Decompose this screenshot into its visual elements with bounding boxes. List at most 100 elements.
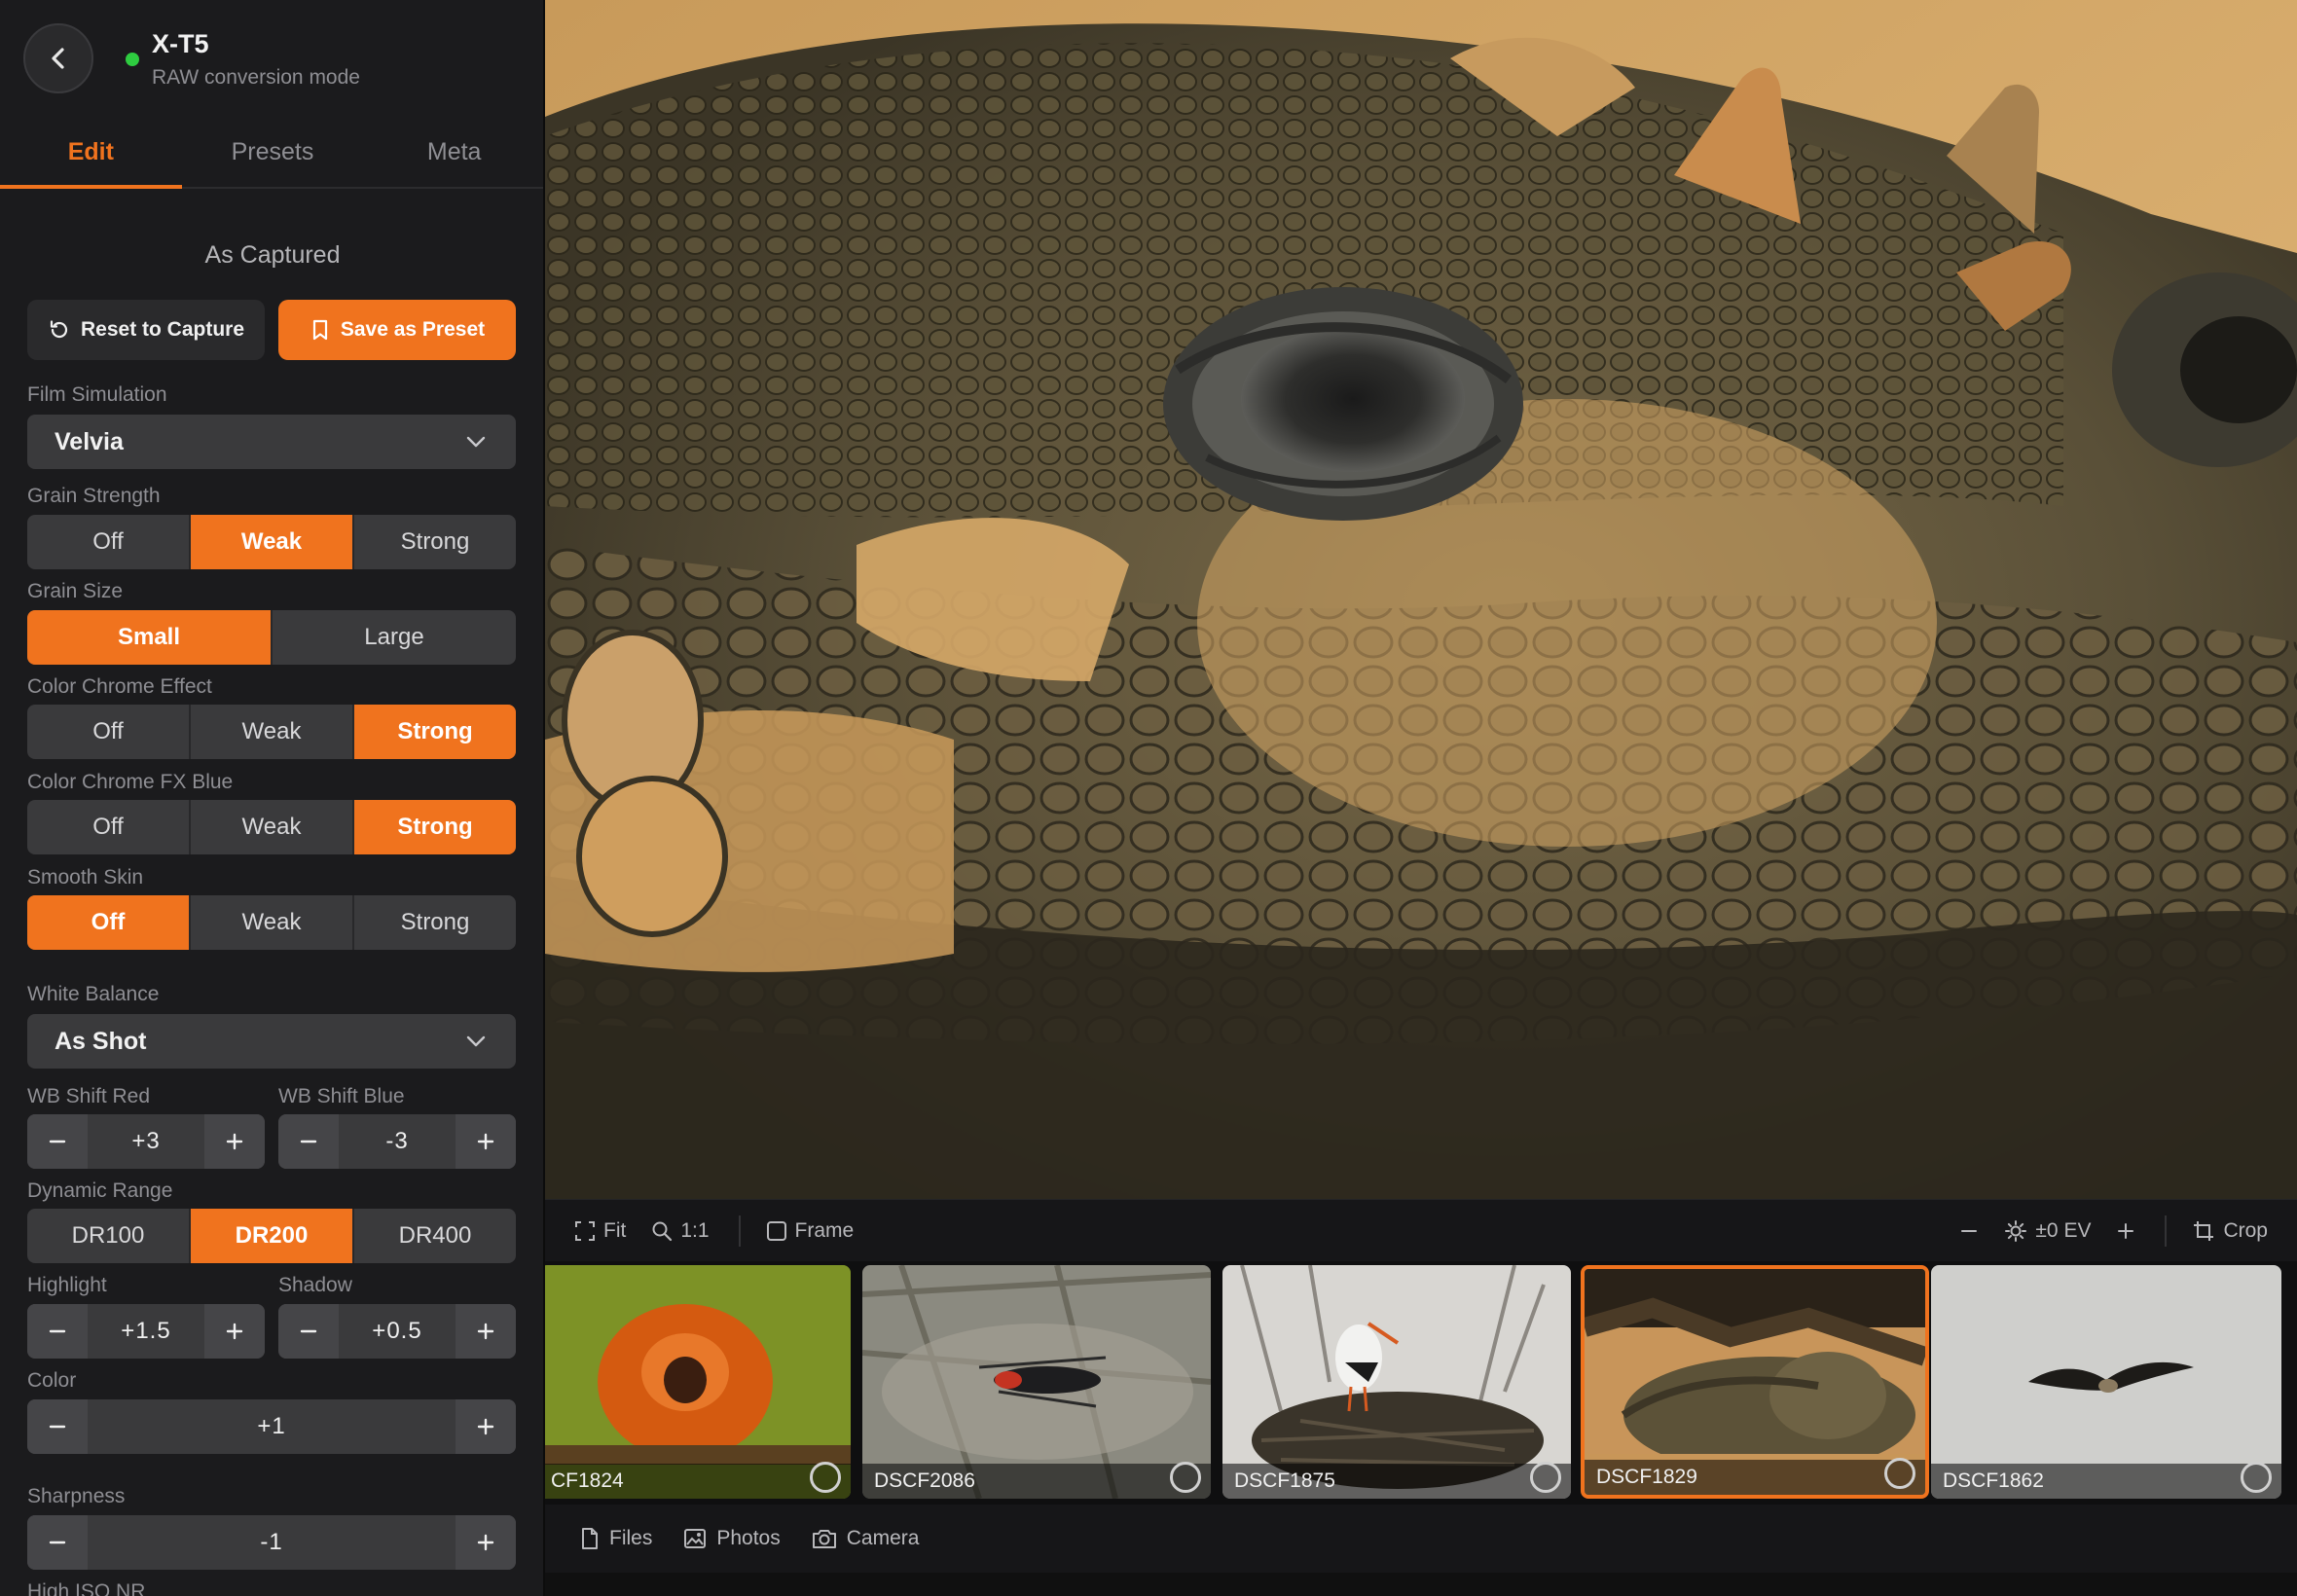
crop-button[interactable]: Crop: [2192, 1219, 2268, 1243]
color-chrome-blue-weak[interactable]: Weak: [191, 800, 354, 854]
exposure-increase-button[interactable]: [2116, 1221, 2135, 1241]
grain-size-large[interactable]: Large: [273, 610, 516, 665]
wb-blue-increment-button[interactable]: [456, 1114, 516, 1169]
grain-size-label: Grain Size: [27, 580, 124, 602]
minus-icon: [49, 1541, 66, 1544]
reset-icon: [50, 320, 68, 339]
dynamic-range-dr200[interactable]: DR200: [191, 1209, 354, 1263]
smooth-skin-off[interactable]: Off: [27, 895, 191, 950]
camera-mode-subtitle: RAW conversion mode: [152, 66, 360, 89]
nav-files[interactable]: Files: [580, 1527, 652, 1550]
tab-meta[interactable]: Meta: [363, 125, 543, 187]
smooth-skin-weak[interactable]: Weak: [191, 895, 354, 950]
smooth-skin-label: Smooth Skin: [27, 866, 144, 889]
grain-strength-strong[interactable]: Strong: [354, 515, 516, 569]
dynamic-range-dr100[interactable]: DR100: [27, 1209, 191, 1263]
color-chrome-weak[interactable]: Weak: [191, 705, 354, 759]
color-chrome-label: Color Chrome Effect: [27, 675, 212, 698]
preview-toolbar: Fit 1:1 Frame ±0 EV Crop: [545, 1199, 2297, 1261]
highlight-stepper: +1.5: [27, 1304, 265, 1359]
minus-icon: [300, 1329, 317, 1333]
nav-photos-label: Photos: [716, 1527, 781, 1549]
main-photo-preview[interactable]: [545, 0, 2297, 1199]
minus-icon: [49, 1425, 66, 1429]
filmstrip-thumb[interactable]: DSCF2086: [862, 1265, 1211, 1499]
toolbar-divider: [738, 1215, 741, 1247]
toolbar-divider: [2165, 1215, 2168, 1247]
color-chrome-blue-off[interactable]: Off: [27, 800, 191, 854]
chevron-left-icon: [52, 48, 64, 69]
color-value: +1: [257, 1413, 286, 1439]
magnifier-icon: [652, 1221, 673, 1241]
film-simulation-select[interactable]: Velvia: [27, 415, 516, 469]
edit-sidebar: X-T5 RAW conversion mode Edit Presets Me…: [0, 0, 545, 1596]
grain-size-small[interactable]: Small: [27, 610, 273, 665]
back-button[interactable]: [23, 23, 93, 93]
select-circle-icon[interactable]: [1884, 1458, 1915, 1489]
tab-presets[interactable]: Presets: [182, 125, 364, 187]
sidebar-tabs: Edit Presets Meta: [0, 125, 543, 189]
save-as-preset-button[interactable]: Save as Preset: [278, 300, 516, 360]
bottom-navigation: Files Photos Camera: [545, 1505, 2297, 1573]
wb-red-decrement-button[interactable]: [27, 1114, 88, 1169]
thumb-filename: DSCF1875: [1222, 1464, 1571, 1499]
wb-blue-decrement-button[interactable]: [278, 1114, 339, 1169]
shadow-increment-button[interactable]: [456, 1304, 516, 1359]
color-chrome-off[interactable]: Off: [27, 705, 191, 759]
highlight-label: Highlight: [27, 1274, 107, 1296]
camera-icon: [812, 1530, 836, 1548]
select-circle-icon[interactable]: [1530, 1462, 1561, 1493]
filmstrip-thumb-selected[interactable]: DSCF1829: [1581, 1265, 1929, 1499]
iguana-photo: [545, 0, 2297, 1199]
filmstrip-thumb[interactable]: DSCF1875: [1222, 1265, 1571, 1499]
shadow-decrement-button[interactable]: [278, 1304, 339, 1359]
fit-button[interactable]: Fit: [574, 1219, 626, 1243]
zoom-1to1-button[interactable]: 1:1: [651, 1218, 710, 1243]
highlight-value: +1.5: [121, 1318, 171, 1344]
nav-camera[interactable]: Camera: [812, 1527, 920, 1550]
highlight-increment-button[interactable]: [204, 1304, 265, 1359]
frame-toggle[interactable]: Frame: [766, 1219, 854, 1243]
color-increment-button[interactable]: [456, 1399, 516, 1454]
grain-strength-weak[interactable]: Weak: [191, 515, 354, 569]
shadow-label: Shadow: [278, 1274, 352, 1296]
wb-shift-blue-label: WB Shift Blue: [278, 1085, 405, 1107]
nav-photos[interactable]: Photos: [683, 1527, 781, 1550]
sharpness-increment-button[interactable]: [456, 1515, 516, 1570]
color-chrome-strong[interactable]: Strong: [354, 705, 516, 759]
plus-icon: [2118, 1222, 2134, 1239]
nav-files-label: Files: [609, 1527, 653, 1549]
fit-label: Fit: [603, 1218, 627, 1242]
select-circle-icon[interactable]: [810, 1462, 841, 1493]
color-decrement-button[interactable]: [27, 1399, 88, 1454]
film-simulation-value: Velvia: [55, 427, 124, 455]
select-circle-icon[interactable]: [2241, 1462, 2272, 1493]
thumb-filename: DSCF1862: [1931, 1464, 2281, 1499]
smooth-skin-strong[interactable]: Strong: [354, 895, 516, 950]
filmstrip-thumb[interactable]: CF1824: [545, 1265, 851, 1499]
grain-strength-segment: Off Weak Strong: [27, 515, 516, 569]
sharpness-decrement-button[interactable]: [27, 1515, 88, 1570]
zoom-label: 1:1: [680, 1218, 710, 1242]
white-balance-select[interactable]: As Shot: [27, 1014, 516, 1069]
sun-icon: [2005, 1219, 2027, 1242]
tab-edit[interactable]: Edit: [0, 125, 182, 189]
crop-icon: [2194, 1220, 2214, 1241]
exposure-decrease-button[interactable]: [1959, 1221, 1979, 1241]
minus-icon: [49, 1140, 66, 1143]
nav-camera-label: Camera: [846, 1527, 920, 1549]
dynamic-range-dr400[interactable]: DR400: [354, 1209, 516, 1263]
filmstrip-thumb[interactable]: DSCF1862: [1931, 1265, 2281, 1499]
minus-icon: [1961, 1229, 1978, 1232]
select-circle-icon[interactable]: [1170, 1462, 1201, 1493]
high-iso-nr-label: High ISO NR: [27, 1580, 146, 1596]
white-balance-value: As Shot: [55, 1027, 147, 1055]
dynamic-range-segment: DR100 DR200 DR400: [27, 1209, 516, 1263]
color-chrome-blue-strong[interactable]: Strong: [354, 800, 516, 854]
white-balance-label: White Balance: [27, 983, 160, 1005]
plus-icon: [477, 1133, 494, 1150]
reset-to-capture-button[interactable]: Reset to Capture: [27, 300, 265, 360]
highlight-decrement-button[interactable]: [27, 1304, 88, 1359]
wb-red-increment-button[interactable]: [204, 1114, 265, 1169]
grain-strength-off[interactable]: Off: [27, 515, 191, 569]
